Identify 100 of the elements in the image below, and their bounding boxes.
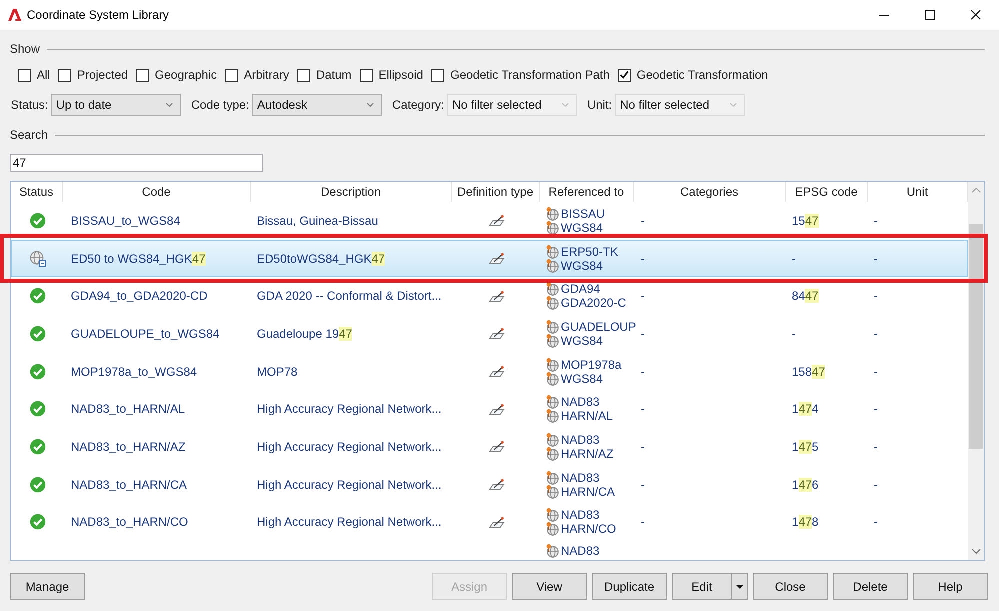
checkbox[interactable]: [618, 68, 631, 82]
filter-label: Category:: [392, 98, 444, 112]
table-cell-text: -: [640, 289, 646, 304]
table-cell-text: 15847: [791, 364, 826, 379]
globe-pin-icon: [546, 282, 559, 296]
check-circle-icon: [30, 476, 46, 493]
table-row[interactable]: ED50 to WGS84_HGK47 ED50toWGS84_HGK47 ERP50-TK WGS84 - - -: [11, 240, 968, 278]
table-row[interactable]: NAD83_to_HARN/AL High Accuracy Regional Network... NAD83 HARN/AL - 1474 -: [11, 390, 968, 428]
table-row[interactable]: NAD83: [11, 541, 968, 560]
reference-name: HARN/AZ: [561, 446, 614, 461]
table-row[interactable]: GDA94_to_GDA2020-CD GDA 2020 -- Conformal & Distort... GDA94 GDA2020-C - 8447 -: [11, 277, 968, 316]
dialog-button[interactable]: Manage: [10, 573, 85, 600]
table-cell-text: ED50toWGS84_HGK47: [256, 252, 386, 266]
globe-pin-icon: [546, 320, 559, 334]
table-cell-text: BISSAU_to_WGS84: [70, 214, 182, 228]
menu-arrow-button[interactable]: [732, 573, 748, 600]
close-icon: [971, 10, 981, 20]
table-row[interactable]: NAD83_to_HARN/AZ High Accuracy Regional Network... NAD83 HARN/AZ - 1475 -: [11, 428, 968, 466]
globe-pin-icon: [546, 244, 559, 259]
filter-label: Status:: [11, 98, 48, 112]
table-row[interactable]: MOP1978a_to_WGS84 MOP78 MOP1978a WGS84 - 15847 -: [11, 352, 968, 390]
dialog-button[interactable]: View: [512, 573, 587, 600]
checkbox-label[interactable]: All: [37, 68, 50, 82]
dialog-button[interactable]: Edit: [672, 573, 732, 600]
pen-on-paper-icon: [489, 441, 505, 452]
checkbox-label[interactable]: Projected: [77, 68, 128, 82]
dialog-button[interactable]: Duplicate: [592, 573, 667, 600]
reference-name: BISSAU: [561, 206, 606, 221]
checkbox[interactable]: [360, 68, 373, 82]
globe-pin-icon: [546, 296, 559, 310]
chevron-down-icon: [367, 103, 374, 107]
reference-name: MOP1978a: [561, 358, 622, 372]
table-cell-text: 1547: [791, 214, 820, 228]
table-cell-text: High Accuracy Regional Network...: [256, 478, 443, 492]
table-cell-text: GDA94_to_GDA2020-CD: [70, 289, 209, 304]
checkbox[interactable]: [18, 68, 31, 82]
checkbox[interactable]: [136, 68, 150, 82]
table-cell-text: -: [873, 440, 879, 454]
reference-name: GDA94: [561, 282, 600, 296]
table-cell-text: High Accuracy Regional Network...: [256, 402, 443, 416]
checkbox[interactable]: [225, 68, 238, 82]
table-row[interactable]: NAD83_to_HARN/CO High Accuracy Regional Network... NAD83 HARN/CO - 1478 -: [11, 504, 968, 542]
table-cell-text: -: [791, 326, 797, 341]
table-cell-text: 1474: [791, 402, 820, 416]
scrollbar[interactable]: [968, 182, 984, 560]
table-row[interactable]: NAD83_to_HARN/CA High Accuracy Regional Network... NAD83 HARN/CA - 1476 -: [11, 466, 968, 504]
dialog-button[interactable]: Delete: [833, 573, 908, 600]
globe-pin-icon: [546, 334, 559, 348]
filter-label: Code type:: [191, 98, 250, 112]
globe-document-icon: [30, 250, 46, 267]
search-field[interactable]: 47: [10, 154, 263, 172]
dropdown[interactable]: Up to date: [51, 94, 182, 116]
reference-name: NAD83: [561, 395, 600, 410]
scrollbar-thumb[interactable]: [969, 224, 983, 449]
checkbox[interactable]: [297, 68, 310, 82]
table-cell-text: -: [873, 515, 879, 530]
table-row[interactable]: BISSAU_to_WGS84 Bissau, Guinea-Bissau BISSAU WGS84 - 1547 -: [11, 202, 968, 240]
table-cell-text: -: [873, 402, 879, 416]
dropdown[interactable]: Autodesk: [252, 94, 382, 116]
pen-on-paper-icon: [489, 328, 505, 340]
table-cell-text: -: [640, 478, 646, 492]
globe-pin-icon: [546, 446, 559, 461]
table-cell-text: NAD83_to_HARN/AL: [70, 402, 186, 416]
checkbox-label[interactable]: Geodetic Transformation: [636, 68, 768, 82]
globe-pin-icon: [546, 484, 559, 499]
filter-label: Unit:: [587, 98, 612, 112]
reference-name: HARN/CA: [561, 484, 616, 499]
check-circle-icon: [30, 288, 46, 304]
table-cell-text: Guadeloupe 1947: [256, 326, 354, 341]
table-cell-text: -: [640, 214, 646, 228]
table-cell-text: -: [873, 252, 879, 266]
table-cell-text: -: [640, 252, 646, 266]
check-circle-icon: [30, 514, 46, 530]
dialog-button[interactable]: Close: [753, 573, 828, 600]
reference-name: GDA2020-C: [561, 296, 626, 310]
table-cell-text: -: [640, 326, 646, 341]
checkbox-label[interactable]: Ellipsoid: [378, 68, 424, 82]
dialog-button[interactable]: Help: [913, 573, 988, 600]
checkbox-label[interactable]: Geographic: [155, 68, 218, 82]
pen-on-paper-icon: [489, 516, 505, 528]
reference-name: WGS84: [561, 372, 604, 386]
checkbox[interactable]: [431, 68, 444, 82]
table-cell-text: High Accuracy Regional Network...: [256, 440, 443, 454]
chevron-down-icon: [972, 549, 980, 554]
check-circle-icon: [30, 326, 46, 342]
table-cell-text: -: [640, 440, 646, 454]
reference-name: WGS84: [561, 334, 604, 348]
app-logo-icon: [8, 8, 22, 22]
chevron-down-icon: [166, 103, 174, 107]
table-cell-text: -: [873, 214, 879, 228]
reference-name: ERP50-TK: [561, 244, 618, 259]
checkbox-label[interactable]: Geodetic Transformation Path: [450, 68, 610, 82]
table-cell-text: High Accuracy Regional Network...: [256, 515, 443, 530]
checkbox-label[interactable]: Arbitrary: [244, 68, 290, 82]
reference-name: NAD83: [561, 544, 600, 558]
pen-on-paper-icon: [489, 290, 505, 302]
checkbox-label[interactable]: Datum: [316, 68, 352, 82]
pen-on-paper-icon: [489, 366, 505, 378]
checkbox[interactable]: [58, 68, 72, 82]
reference-name: WGS84: [561, 258, 604, 273]
